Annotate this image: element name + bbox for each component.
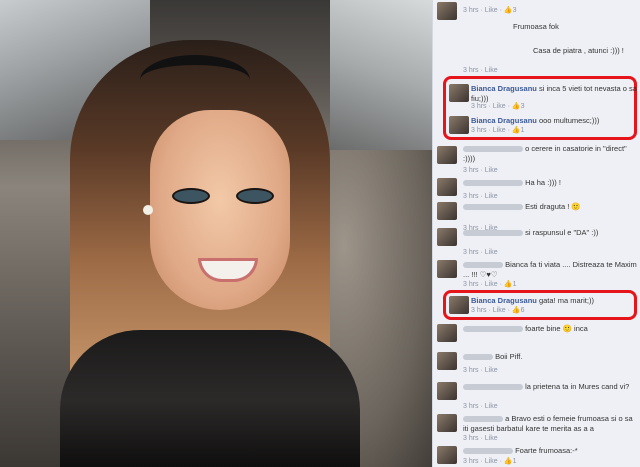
avatar[interactable] [449,296,469,314]
leather-jacket [60,330,360,467]
redacted-name [463,416,503,423]
avatar[interactable] [437,178,457,196]
avatar[interactable] [437,260,457,278]
avatar[interactable] [437,202,457,220]
avatar[interactable] [437,146,457,164]
redacted-name [463,326,523,333]
avatar[interactable] [437,2,457,20]
avatar[interactable] [449,84,469,102]
avatar[interactable] [437,446,457,464]
earring [143,205,153,215]
redacted-name [463,230,523,237]
profile-photo [0,0,432,467]
redacted-name [463,262,503,269]
redacted-name [463,180,523,187]
redacted-name [463,204,523,211]
redacted-name [463,146,523,153]
avatar[interactable] [437,414,457,432]
redacted-name [463,354,493,361]
avatar[interactable] [437,352,457,370]
redacted-name [463,448,513,455]
right-eye [236,188,274,204]
left-eye [172,188,210,204]
redacted-name [463,384,523,391]
avatar[interactable] [437,382,457,400]
comments-panel: 3 hrs · Like · 👍3 Frumoasa fok Casa de p… [432,0,640,467]
avatar[interactable] [437,228,457,246]
car-window-right [330,0,432,150]
headband [140,55,250,105]
avatar[interactable] [437,324,457,342]
avatar[interactable] [449,116,469,134]
